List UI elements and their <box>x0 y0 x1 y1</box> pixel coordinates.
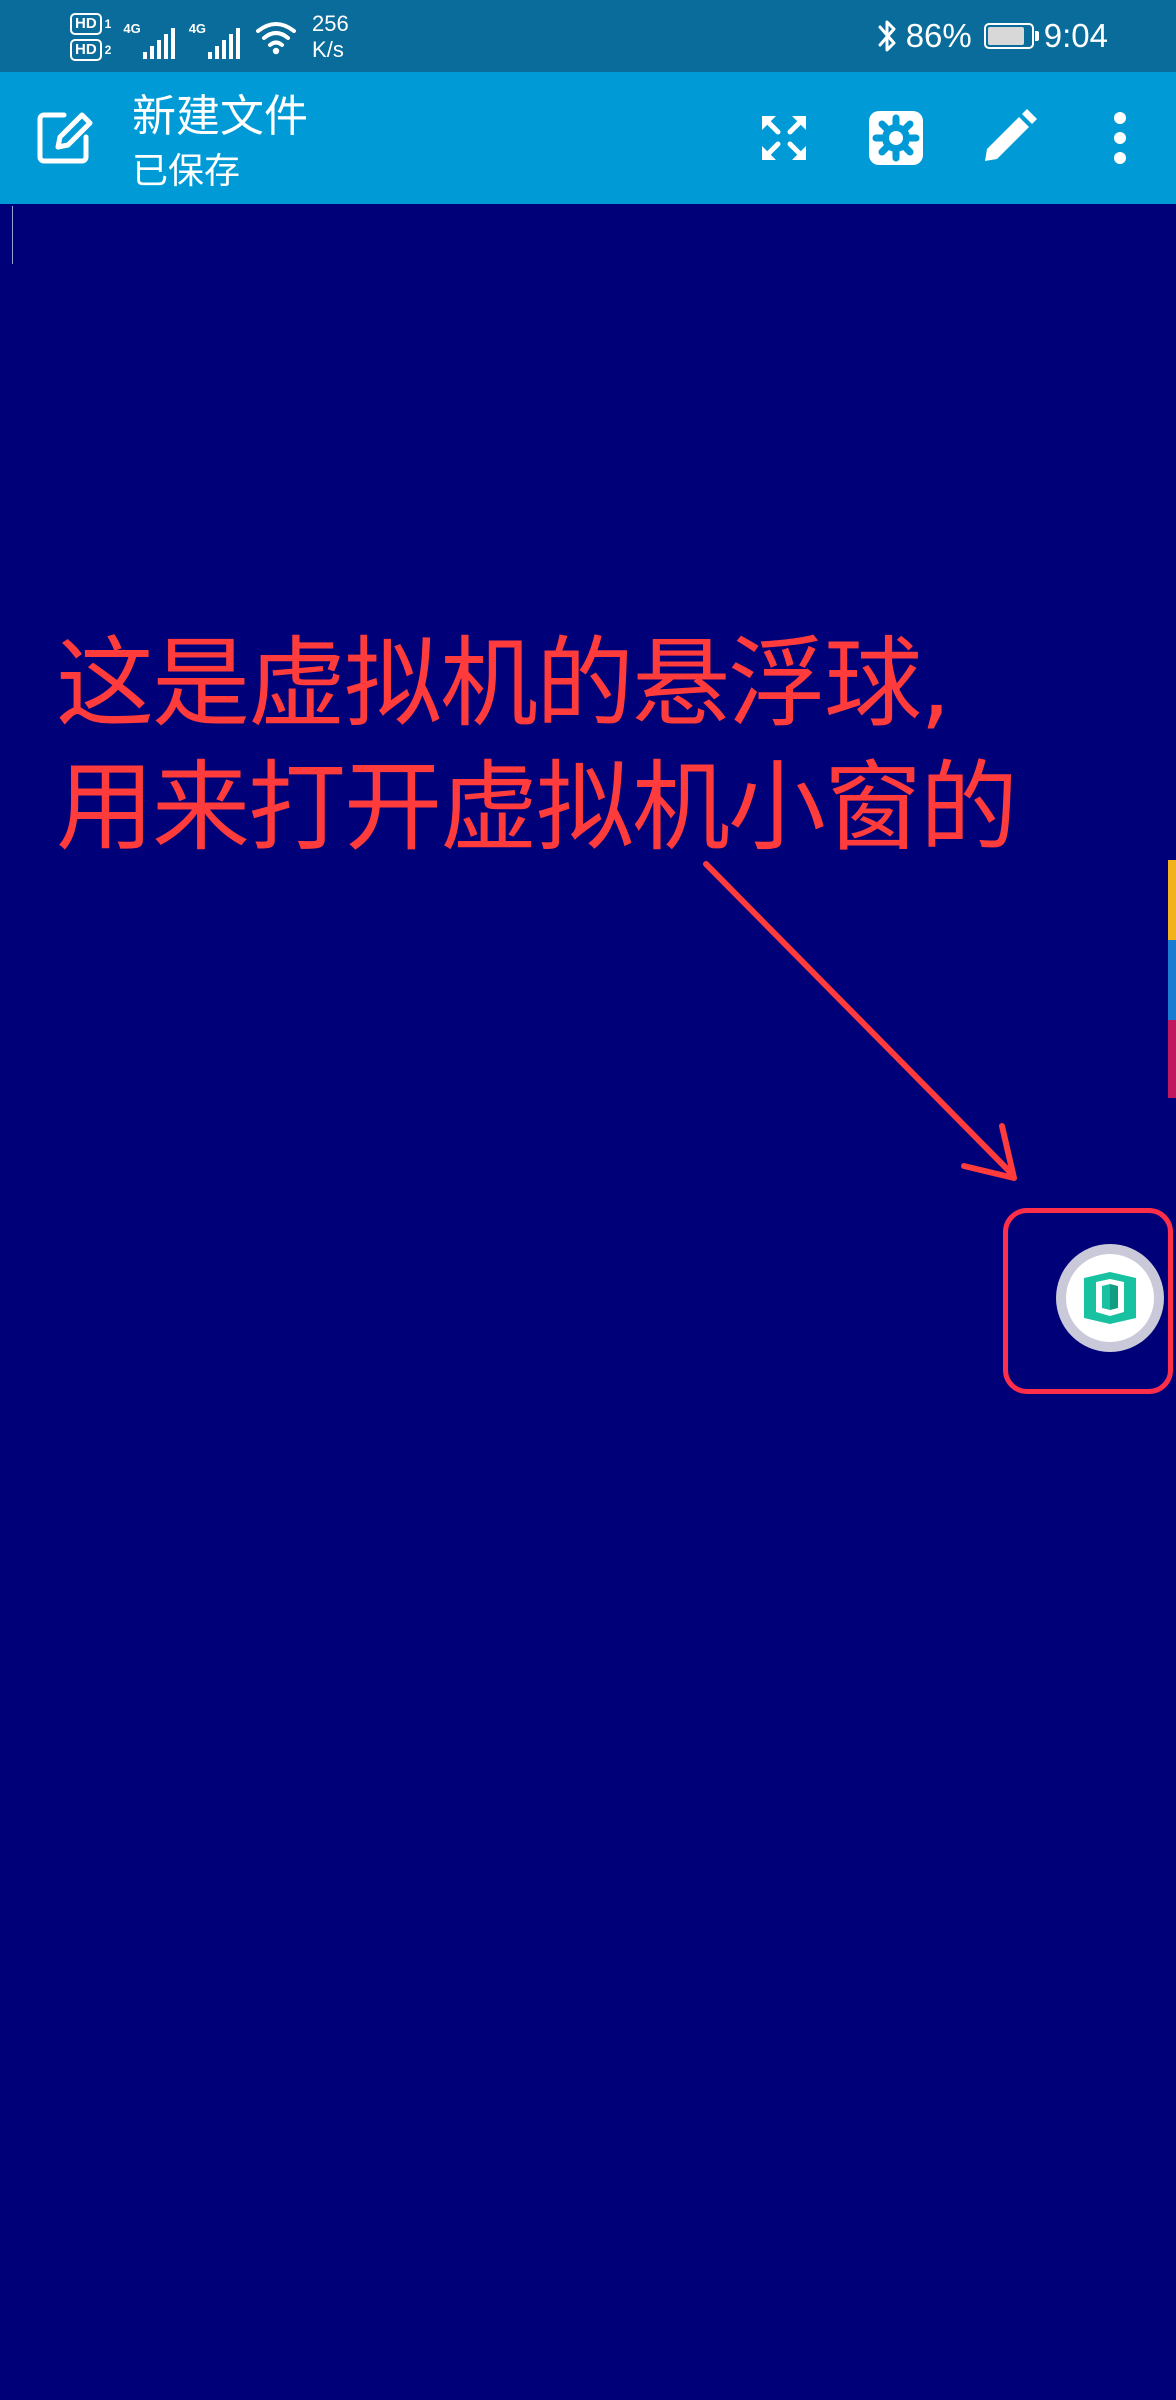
text-cursor <box>12 206 13 264</box>
annotation-arrow <box>703 861 1017 1181</box>
fullscreen-button[interactable] <box>750 104 818 172</box>
vm-box-icon <box>1084 1272 1136 1324</box>
app-bar: 新建文件 已保存 <box>0 72 1176 204</box>
edit-document-icon[interactable] <box>32 105 96 169</box>
signal-sim1: 4G <box>123 15 175 59</box>
vm-floating-ball-inner <box>1066 1254 1154 1342</box>
hd-badge-sim1: HD <box>70 13 102 35</box>
network-type-sim2: 4G <box>188 21 207 36</box>
settings-icon <box>869 111 923 165</box>
hd-badge-sim2: HD <box>70 39 102 61</box>
annotation-text: 这是虚拟机的悬浮球, 用来打开虚拟机小窗的 <box>56 622 1056 870</box>
document-title: 新建文件 <box>132 91 308 142</box>
network-type-sim1: 4G <box>123 21 141 36</box>
status-bar-right: 86% 9:04 <box>874 10 1108 62</box>
edge-panel-tab-magenta[interactable] <box>1168 1020 1176 1098</box>
clock: 9:04 <box>1043 17 1108 54</box>
bluetooth-icon <box>878 20 896 52</box>
sim2-label: 2 <box>104 43 112 57</box>
settings-button[interactable] <box>862 104 930 172</box>
signal-bars-icon <box>142 25 175 59</box>
volte-indicators: HD 1 HD 2 <box>70 13 111 61</box>
vm-floating-ball[interactable] <box>1056 1244 1164 1352</box>
battery-percent: 86% <box>905 17 972 54</box>
edge-panel-tab-blue[interactable] <box>1168 940 1176 1020</box>
battery-level <box>987 27 1024 45</box>
more-vert-icon <box>1114 112 1126 164</box>
status-bar: HD 1 HD 2 4G 4G 256 K/s 86% 9:04 <box>0 0 1176 72</box>
battery-icon <box>983 23 1039 49</box>
network-speed: 256 K/s <box>312 11 349 63</box>
more-options-button[interactable] <box>1086 104 1154 172</box>
fullscreen-icon <box>762 116 806 160</box>
wifi-icon <box>256 22 297 55</box>
signal-bars-icon <box>208 25 241 59</box>
edit-button[interactable] <box>974 104 1042 172</box>
network-speed-unit: K/s <box>312 37 344 62</box>
signal-sim2: 4G <box>188 15 241 59</box>
status-bar-left: HD 1 HD 2 4G 4G 256 K/s <box>70 8 349 66</box>
sim1-label: 1 <box>104 17 112 31</box>
edit-pencil-icon <box>985 109 1037 161</box>
save-status: 已保存 <box>132 151 241 192</box>
annotation-line-1: 这是虚拟机的悬浮球, <box>56 627 951 741</box>
edge-panel-tab-yellow[interactable] <box>1168 860 1176 940</box>
network-speed-value: 256 <box>312 11 349 36</box>
